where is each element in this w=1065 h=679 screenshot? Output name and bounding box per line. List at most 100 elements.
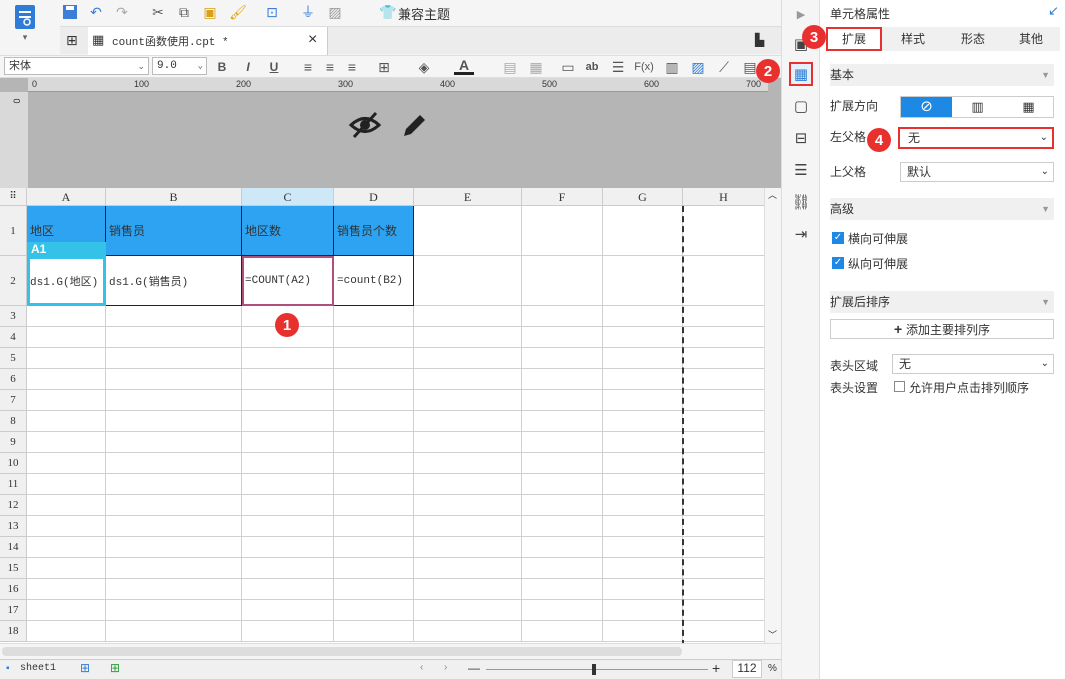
bold-button[interactable]: B: [212, 57, 232, 77]
prev-sheet-icon[interactable]: ‹: [420, 662, 423, 673]
tab-expand[interactable]: 扩展: [826, 27, 882, 51]
cell-e2[interactable]: [414, 256, 522, 306]
cell-d18[interactable]: [334, 621, 414, 642]
cell-f17[interactable]: [522, 600, 603, 621]
dock-icon[interactable]: ↙: [1048, 3, 1059, 19]
cell-f15[interactable]: [522, 558, 603, 579]
cell-b12[interactable]: [106, 495, 242, 516]
scroll-down-icon[interactable]: ﹀: [768, 628, 777, 641]
cell-h7[interactable]: [683, 390, 764, 411]
cell-g5[interactable]: [603, 348, 683, 369]
vertical-expand-button[interactable]: ▥: [952, 97, 1003, 117]
cell-e6[interactable]: [414, 369, 522, 390]
vertical-scrollbar[interactable]: ︿ ﹀: [764, 188, 781, 643]
cell-f16[interactable]: [522, 579, 603, 600]
insert-image-icon[interactable]: ▨: [688, 57, 708, 77]
cell-d10[interactable]: [334, 453, 414, 474]
cell-b3[interactable]: [106, 306, 242, 327]
column-header-d[interactable]: D: [334, 188, 414, 206]
cell-f1[interactable]: [522, 206, 603, 256]
cell-e16[interactable]: [414, 579, 522, 600]
cell-f12[interactable]: [522, 495, 603, 516]
horizontal-expand-button[interactable]: ▦: [1003, 97, 1054, 117]
cell-e8[interactable]: [414, 411, 522, 432]
cell-b16[interactable]: [106, 579, 242, 600]
cell-c8[interactable]: [242, 411, 334, 432]
cell-e18[interactable]: [414, 621, 522, 642]
section-basic[interactable]: 基本 ▼: [830, 64, 1054, 86]
cell-b13[interactable]: [106, 516, 242, 537]
row-header-12[interactable]: 12: [0, 495, 27, 516]
cell-a18[interactable]: [27, 621, 106, 642]
cell-d12[interactable]: [334, 495, 414, 516]
cell-e4[interactable]: [414, 327, 522, 348]
cell-g7[interactable]: [603, 390, 683, 411]
insert-richtext-icon[interactable]: ☰: [608, 57, 628, 77]
add-sort-button[interactable]: + 添加主要排列序: [830, 319, 1054, 339]
compat-theme-label[interactable]: 兼容主题: [398, 4, 450, 23]
collapse-icon[interactable]: ▶: [789, 2, 813, 26]
cell-f8[interactable]: [522, 411, 603, 432]
cell-d11[interactable]: [334, 474, 414, 495]
app-menu-icon[interactable]: ▾: [10, 4, 40, 46]
link-icon[interactable]: ⛓: [789, 190, 813, 214]
row-header-8[interactable]: 8: [0, 411, 27, 432]
cell-d17[interactable]: [334, 600, 414, 621]
cell-a13[interactable]: [27, 516, 106, 537]
font-size-select[interactable]: 9.0 ⌄: [152, 57, 207, 75]
save-icon[interactable]: [60, 2, 80, 22]
cell-c10[interactable]: [242, 453, 334, 474]
cell-d5[interactable]: [334, 348, 414, 369]
row-header-14[interactable]: 14: [0, 537, 27, 558]
cell-h5[interactable]: [683, 348, 764, 369]
tab-other[interactable]: 其他: [1002, 27, 1060, 51]
font-select[interactable]: 宋体 ⌄: [4, 57, 149, 75]
insert-formula-icon[interactable]: F(x): [634, 57, 654, 77]
fill-color-icon[interactable]: ◈: [414, 57, 434, 77]
insert-text-icon[interactable]: ▭: [558, 57, 578, 77]
cell-c7[interactable]: [242, 390, 334, 411]
cell-b4[interactable]: [106, 327, 242, 348]
cell-g8[interactable]: [603, 411, 683, 432]
undo-icon[interactable]: ↶: [86, 2, 106, 22]
zoom-value[interactable]: 112: [732, 660, 762, 678]
cell-h6[interactable]: [683, 369, 764, 390]
cell-g6[interactable]: [603, 369, 683, 390]
cell-c13[interactable]: [242, 516, 334, 537]
row-header-13[interactable]: 13: [0, 516, 27, 537]
cell-b8[interactable]: [106, 411, 242, 432]
cell-a10[interactable]: [27, 453, 106, 474]
cell-c2[interactable]: =COUNT(A2): [242, 256, 334, 306]
copy-icon[interactable]: ⧉: [174, 2, 194, 22]
cell-b2[interactable]: ds1.G(销售员): [106, 256, 242, 306]
cell-a8[interactable]: [27, 411, 106, 432]
left-parent-select[interactable]: 无 ⌄: [898, 127, 1054, 149]
cell-f10[interactable]: [522, 453, 603, 474]
cell-b6[interactable]: [106, 369, 242, 390]
grid-icon[interactable]: ⊞: [66, 32, 78, 49]
header-area-select[interactable]: 无 ⌄: [892, 354, 1054, 374]
widget-icon[interactable]: ▢: [789, 94, 813, 118]
corner-select[interactable]: ⠿: [0, 188, 27, 206]
cell-f11[interactable]: [522, 474, 603, 495]
cell-g15[interactable]: [603, 558, 683, 579]
cell-g1[interactable]: [603, 206, 683, 256]
add-sheet-icon[interactable]: ⊞: [80, 661, 90, 675]
cell-g13[interactable]: [603, 516, 683, 537]
align-left-icon[interactable]: ≡: [298, 57, 318, 77]
cell-a5[interactable]: [27, 348, 106, 369]
row-header-4[interactable]: 4: [0, 327, 27, 348]
cell-f3[interactable]: [522, 306, 603, 327]
cell-e1[interactable]: [414, 206, 522, 256]
row-header-17[interactable]: 17: [0, 600, 27, 621]
cell-c6[interactable]: [242, 369, 334, 390]
preview-icon[interactable]: ⊡: [262, 2, 282, 22]
no-expand-button[interactable]: ⊘: [901, 97, 952, 117]
cell-g10[interactable]: [603, 453, 683, 474]
row-header-15[interactable]: 15: [0, 558, 27, 579]
cell-b18[interactable]: [106, 621, 242, 642]
cell-a6[interactable]: [27, 369, 106, 390]
cell-b7[interactable]: [106, 390, 242, 411]
row-header-16[interactable]: 16: [0, 579, 27, 600]
cell-a7[interactable]: [27, 390, 106, 411]
